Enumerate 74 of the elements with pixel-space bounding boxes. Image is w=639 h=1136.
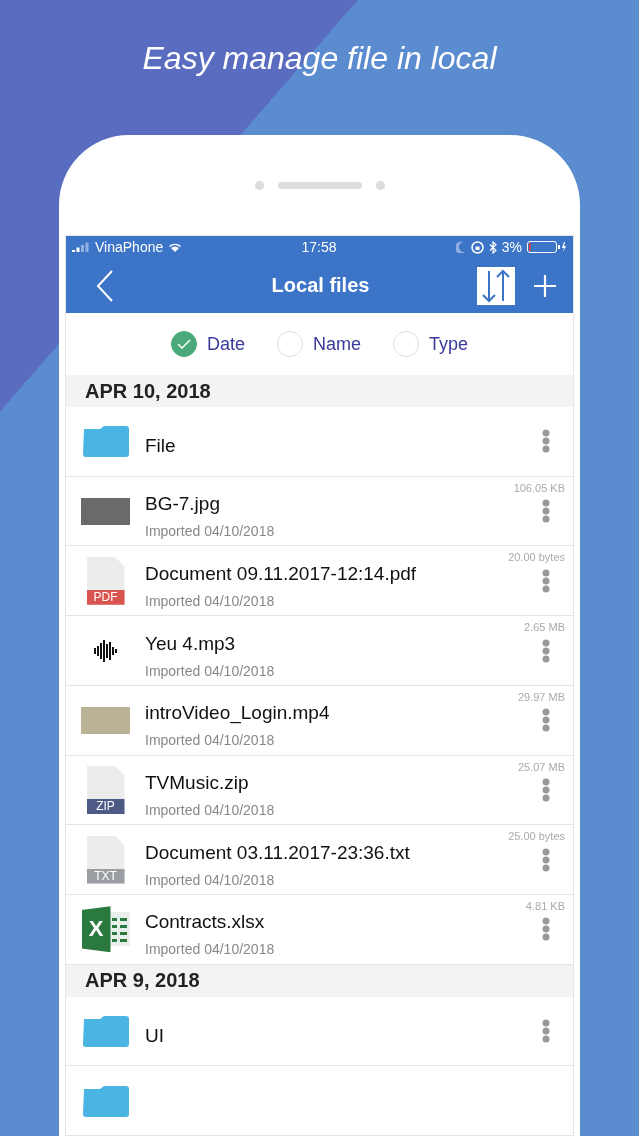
file-size: 2.65 MB: [524, 621, 565, 634]
more-icon: [542, 777, 550, 802]
carrier-name: VinaPhone: [95, 239, 164, 255]
more-icon: [542, 917, 550, 942]
battery-icon: [527, 241, 567, 253]
more-icon: [542, 429, 550, 454]
wifi-icon: [168, 241, 183, 253]
back-button[interactable]: [96, 269, 114, 302]
sensor-dot: [375, 180, 385, 190]
import-date: Imported 04/10/2018: [145, 592, 276, 609]
sort-option[interactable]: Date: [170, 331, 245, 358]
more-icon: [542, 499, 550, 524]
rotation-lock-icon: [470, 240, 484, 254]
folder-icon: [81, 425, 130, 458]
date-header: APR 9, 2018: [66, 964, 573, 997]
file-name: Document 03.11.2017-23:36.txt: [145, 841, 411, 864]
file-row[interactable]: BG-7.jpg Imported 04/10/2018 106.05 KB: [66, 476, 573, 547]
file-row[interactable]: File: [66, 407, 573, 477]
sort-option[interactable]: Name: [277, 331, 361, 358]
more-icon: [542, 568, 550, 593]
file-row[interactable]: UI: [66, 996, 573, 1067]
file-row[interactable]: X Contracts.xlsx Imported 04/10/2018 4.81 KB: [66, 894, 573, 965]
file-size: 106.05 KB: [513, 481, 565, 494]
file-name: Document 09.11.2017-12:14.pdf: [145, 562, 418, 585]
file-row[interactable]: Yeu 4.mp3 Imported 04/10/2018 2.65 MB: [66, 616, 573, 686]
file-name: Yeu 4.mp3: [145, 632, 237, 655]
import-date: Imported 04/10/2018: [145, 941, 276, 958]
document-icon: ZIP: [86, 765, 125, 814]
sort-order-button[interactable]: [477, 266, 515, 305]
battery-percent: 3%: [501, 239, 522, 255]
screen-title: Local files: [270, 274, 371, 297]
moon-icon: [455, 241, 466, 253]
photo-placeholder: [81, 497, 130, 525]
camera-dot: [254, 180, 264, 190]
file-size: 4.81 KB: [525, 899, 565, 912]
folder-icon: [81, 1014, 130, 1047]
file-row[interactable]: introVideo_Login.mp4 Imported 04/10/2018 29.97 MB: [66, 685, 573, 756]
headline: Easy manage file in local: [142, 40, 497, 78]
import-date: Imported 04/10/2018: [145, 523, 276, 540]
folder-icon: [81, 1084, 130, 1117]
import-date: Imported 04/10/2018: [145, 732, 276, 749]
date-header: APR 10, 2018: [66, 375, 573, 408]
import-date: Imported 04/10/2018: [145, 871, 276, 888]
document-icon: TXT: [86, 835, 125, 884]
import-date: Imported 04/10/2018: [145, 662, 276, 679]
file-size: 25.00 bytes: [508, 830, 565, 843]
signal-icon: [72, 242, 90, 252]
add-button[interactable]: [533, 273, 557, 298]
document-icon: PDF: [86, 556, 125, 605]
file-size: 20.00 bytes: [508, 551, 565, 564]
file-name: introVideo_Login.mp4: [145, 702, 331, 725]
sound-wave-icon: [92, 638, 119, 663]
file-name: BG-7.jpg: [145, 493, 221, 516]
bluetooth-icon: [488, 240, 497, 254]
sort-option[interactable]: Type: [393, 331, 469, 358]
file-row[interactable]: PDF Document 09.11.2017-12:14.pdf Imported 04/10/2018 20.00 bytes: [66, 546, 573, 617]
more-icon: [542, 1018, 550, 1043]
more-icon: [542, 847, 550, 872]
import-date: Imported 04/10/2018: [145, 801, 276, 818]
file-name: File: [145, 435, 177, 458]
file-row[interactable]: [66, 1066, 573, 1136]
file-size: 25.07 MB: [517, 760, 565, 773]
clock-time: 17:58: [301, 239, 337, 255]
file-name: TVMusic.zip: [145, 771, 250, 794]
radio-button[interactable]: [170, 331, 197, 358]
file-row[interactable]: ZIP TVMusic.zip Imported 04/10/2018 25.07 MB: [66, 755, 573, 826]
file-row[interactable]: TXT Document 03.11.2017-23:36.txt Imported 04/10/2018 25.00 bytes: [66, 825, 573, 895]
more-icon: [542, 708, 550, 733]
check-icon: [176, 339, 191, 350]
file-name: UI: [145, 1024, 165, 1047]
file-size: 29.97 MB: [517, 690, 565, 703]
more-icon: [542, 638, 550, 663]
photo-placeholder: [81, 706, 130, 734]
file-name: Contracts.xlsx: [145, 911, 266, 934]
